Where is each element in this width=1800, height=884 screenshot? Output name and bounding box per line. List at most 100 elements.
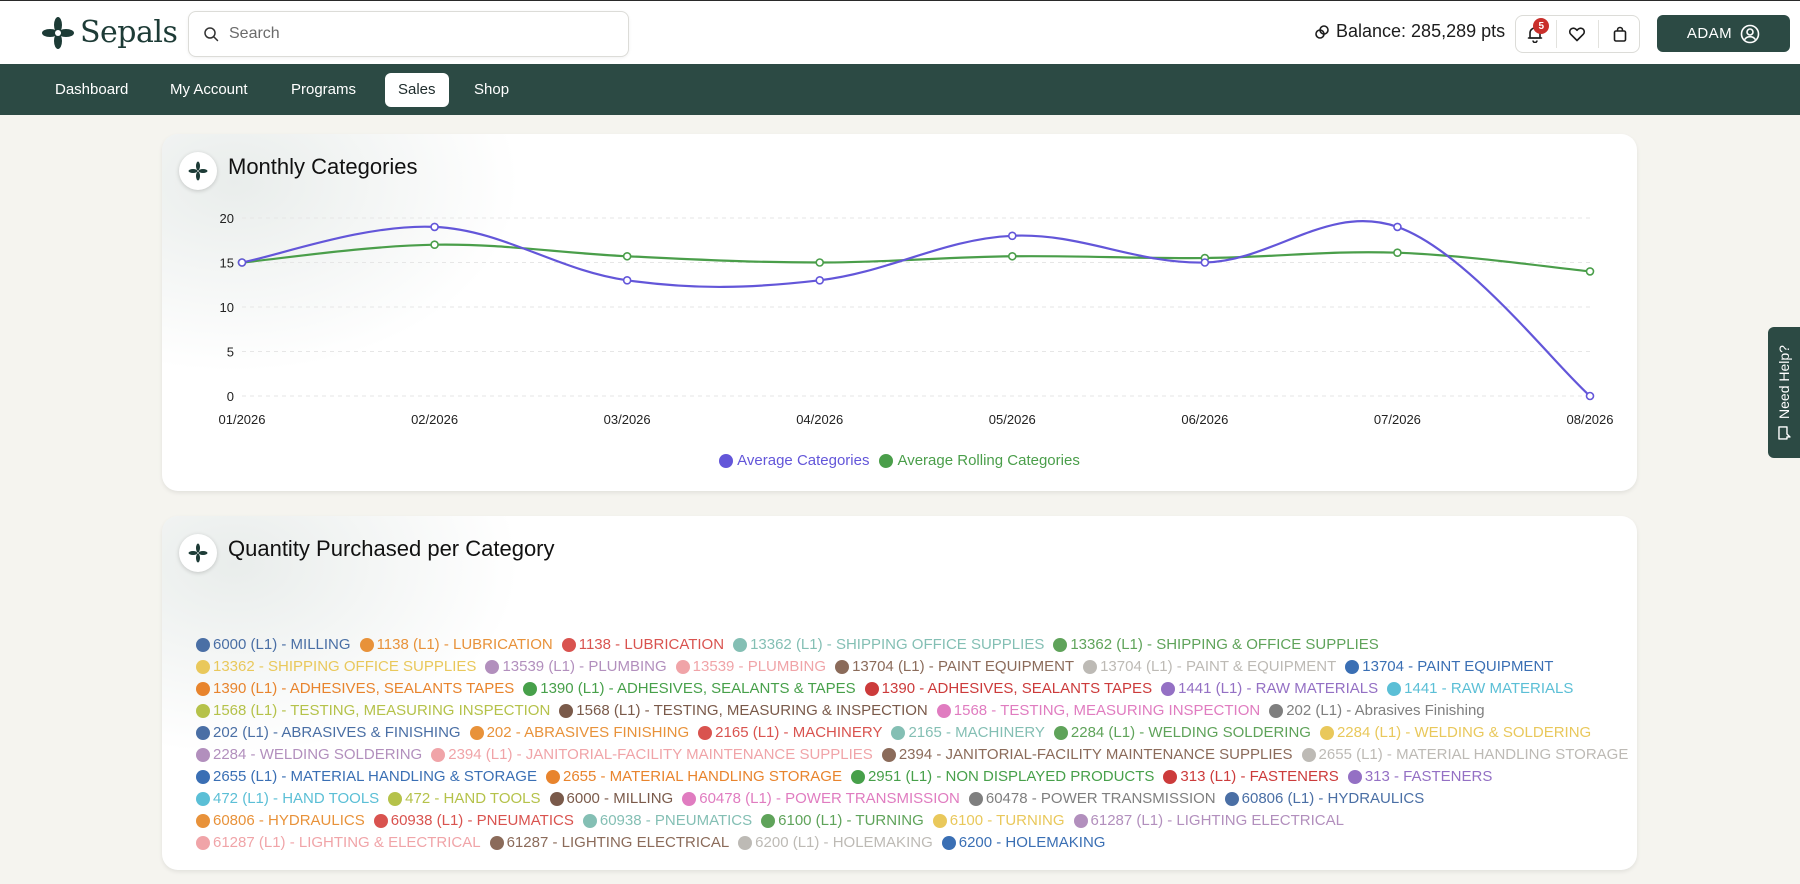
category-legend-item[interactable]: 6000 - MILLING [549, 788, 673, 810]
category-legend-item[interactable]: 1441 - RAW MATERIALS [1387, 678, 1573, 700]
points-balance: Balance: 285,289 pts [1314, 21, 1505, 42]
category-legend-item[interactable]: 13362 (L1) - SHIPPING & OFFICE SUPPLIES [1053, 634, 1379, 656]
category-legend-item[interactable]: 2165 - MACHINERY [891, 722, 1045, 744]
category-legend-item[interactable]: 6100 (L1) - TURNING [761, 810, 924, 832]
category-legend-item[interactable]: 61287 - LIGHTING ELECTRICAL [489, 832, 729, 854]
category-legend-item[interactable]: 13704 - PAINT EQUIPMENT [1345, 656, 1553, 678]
legend-dot [485, 660, 500, 674]
category-legend-item[interactable]: 60478 - POWER TRANSMISSION [968, 788, 1216, 810]
category-legend-item[interactable]: 1390 (L1) - ADHESIVES, SEALANTS TAPES [196, 678, 514, 700]
category-legend-item[interactable]: 1390 - ADHESIVES, SEALANTS TAPES [864, 678, 1152, 700]
category-legend-item[interactable]: 313 (L1) - FASTENERS [1163, 766, 1339, 788]
notification-badge: 5 [1533, 18, 1550, 34]
sepals-logo-icon [42, 16, 74, 49]
category-legend-item[interactable]: 313 - FASTENERS [1347, 766, 1492, 788]
heart-icon [1569, 27, 1586, 42]
legend-dot [1224, 792, 1239, 806]
legend-average-rolling-categories[interactable]: Average Rolling Categories [879, 452, 1080, 469]
category-label: 13704 (L1) - PAINT EQUIPMENT [852, 658, 1075, 675]
notifications-button[interactable]: 5 [1517, 16, 1553, 52]
category-legend-item[interactable]: 2655 (L1) - MATERIAL HANDLING STORAGE [1301, 744, 1628, 766]
category-legend-item[interactable]: 60806 - HYDRAULICS [196, 810, 365, 832]
category-legend-item[interactable]: 6000 (L1) - MILLING [196, 634, 351, 656]
category-legend-item[interactable]: 60478 (L1) - POWER TRANSMISSION [682, 788, 960, 810]
category-legend-item[interactable]: 13362 - SHIPPING OFFICE SUPPLIES [196, 656, 476, 678]
need-help-tab[interactable]: Need Help? [1768, 327, 1800, 458]
nav-programs[interactable]: Programs [278, 73, 369, 107]
cart-button[interactable] [1602, 16, 1638, 52]
category-legend-item[interactable]: 2951 (L1) - NON DISPLAYED PRODUCTS [850, 766, 1154, 788]
category-legend-item[interactable]: 13704 (L1) - PAINT EQUIPMENT [835, 656, 1074, 678]
category-legend-item[interactable]: 2284 - WELDING SOLDERING [196, 744, 422, 766]
category-legend-item[interactable]: 13539 - PLUMBING [675, 656, 827, 678]
legend-dot [196, 748, 210, 762]
legend-dot [719, 453, 734, 468]
category-legend-item[interactable]: 202 (L1) - ABRASIVES & FINISHING [196, 722, 461, 744]
category-label: 2284 - WELDING SOLDERING [213, 746, 423, 763]
category-legend-item[interactable]: 6200 (L1) - HOLEMAKING [738, 832, 933, 854]
category-legend-item[interactable]: 13704 (L1) - PAINT & EQUIPMENT [1083, 656, 1336, 678]
x-tick-label: 04/2026 [796, 412, 843, 427]
category-legend-item[interactable]: 1390 (L1) - ADHESIVES, SEALANTS & TAPES [523, 678, 856, 700]
category-legend-item[interactable]: 472 (L1) - HAND TOOLS [196, 788, 379, 810]
category-label: 2284 (L1) - WELDING SOLDERING [1070, 724, 1311, 741]
legend-dot [559, 704, 574, 718]
category-legend-item[interactable]: 61287 (L1) - LIGHTING & ELECTRICAL [196, 832, 481, 854]
legend-dot [864, 682, 879, 696]
category-label: 60806 - HYDRAULICS [213, 812, 365, 829]
category-legend-item[interactable]: 60938 (L1) - PNEUMATICS [373, 810, 574, 832]
nav-sales[interactable]: Sales [385, 73, 449, 107]
legend-dot [196, 660, 210, 674]
category-legend-item[interactable]: 1568 - TESTING, MEASURING INSPECTION [936, 700, 1260, 722]
search-input[interactable] [229, 25, 609, 43]
data-point [622, 276, 632, 285]
data-point [1007, 231, 1017, 241]
x-tick-label: 06/2026 [1181, 412, 1228, 427]
category-legend-item[interactable]: 61287 (L1) - LIGHTING ELECTRICAL [1073, 810, 1344, 832]
category-legend-item[interactable]: 1138 - LUBRICATION [561, 634, 724, 656]
category-legend-item[interactable]: 2394 - JANITORIAL-FACILITY MAINTENANCE S… [881, 744, 1293, 766]
category-legend-item[interactable]: 202 - ABRASIVES FINISHING [469, 722, 689, 744]
category-legend-item[interactable]: 2394 (L1) - JANITORIAL-FACILITY MAINTENA… [431, 744, 873, 766]
category-legend-item[interactable]: 1441 (L1) - RAW MATERIALS [1161, 678, 1378, 700]
category-icon [179, 534, 217, 572]
data-point [815, 276, 825, 285]
legend-dot [469, 726, 484, 740]
shopping-bag-icon [1613, 26, 1626, 42]
wishlist-button[interactable] [1559, 16, 1595, 52]
legend-average-categories[interactable]: Average Categories [719, 452, 869, 469]
legend-dot [196, 704, 210, 718]
category-legend-item[interactable]: 1568 (L1) - TESTING, MEASURING & INSPECT… [559, 700, 928, 722]
legend-dot [738, 836, 753, 850]
category-legend-item[interactable]: 1568 (L1) - TESTING, MEASURING INSPECTIO… [196, 700, 550, 722]
chat-help-icon [1778, 425, 1791, 440]
nav-shop[interactable]: Shop [461, 73, 522, 107]
category-label: 61287 (L1) - LIGHTING & ELECTRICAL [213, 834, 481, 851]
legend-dot [1053, 638, 1068, 652]
user-menu-button[interactable]: ADAM [1657, 15, 1790, 52]
category-legend-item[interactable]: 1138 (L1) - LUBRICATION [359, 634, 553, 656]
category-legend-item[interactable]: 13362 (L1) - SHIPPING OFFICE SUPPLIES [733, 634, 1044, 656]
category-legend-item[interactable]: 60938 - PNEUMATICS [582, 810, 752, 832]
category-label: 472 - HAND TOOLS [405, 790, 541, 807]
category-legend-item[interactable]: 2165 (L1) - MACHINERY [698, 722, 882, 744]
category-legend-item[interactable]: 13539 (L1) - PLUMBING [485, 656, 667, 678]
legend-row: 60806 - HYDRAULICS 60938 (L1) - PNEUMATIC… [196, 810, 1616, 832]
category-legend-item[interactable]: 2284 (L1) - WELDING & SOLDERING [1319, 722, 1591, 744]
category-legend-item[interactable]: 472 - HAND TOOLS [388, 788, 541, 810]
nav-dashboard[interactable]: Dashboard [42, 73, 141, 107]
legend-dot [1053, 726, 1068, 740]
logo[interactable]: Sepals [42, 15, 178, 50]
category-legend-item[interactable]: 2655 (L1) - MATERIAL HANDLING & STORAGE [196, 766, 537, 788]
category-legend-item[interactable]: 6100 - TURNING [932, 810, 1065, 832]
category-legend-item[interactable]: 202 (L1) - Abrasives Finishing [1269, 700, 1485, 722]
category-legend-item[interactable]: 2655 - MATERIAL HANDLING STORAGE [545, 766, 842, 788]
category-legend-item[interactable]: 60806 (L1) - HYDRAULICS [1224, 788, 1424, 810]
data-point [1393, 248, 1402, 258]
x-tick-label: 08/2026 [1567, 412, 1614, 427]
category-label: 13539 - PLUMBING [692, 658, 827, 675]
category-legend-item[interactable]: 2284 (L1) - WELDING SOLDERING [1053, 722, 1311, 744]
nav-my-account[interactable]: My Account [157, 73, 261, 107]
category-legend-item[interactable]: 6200 - HOLEMAKING [941, 832, 1105, 854]
search-box[interactable] [188, 11, 629, 57]
